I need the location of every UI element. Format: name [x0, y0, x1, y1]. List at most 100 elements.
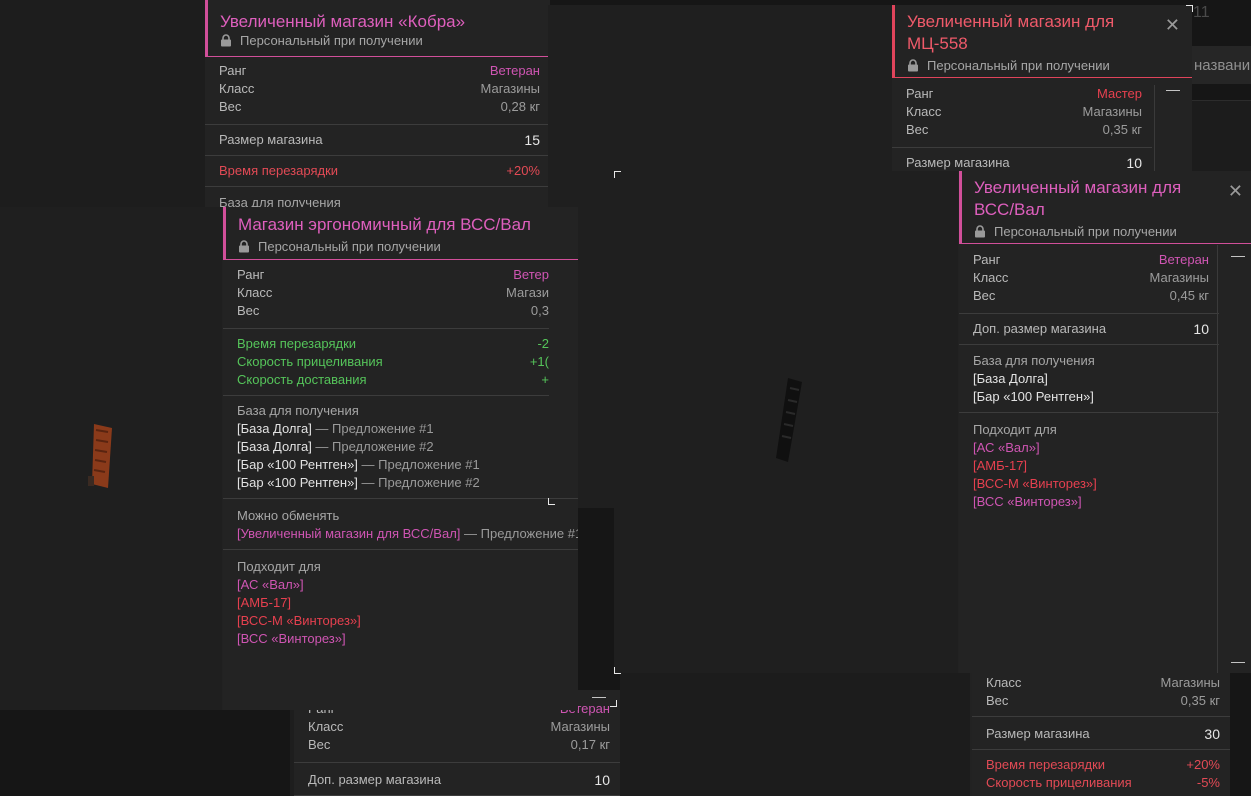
base-entry[interactable]: [Бар «100 Рентген»] — Предложение #2 — [223, 474, 549, 492]
base-name: [Бар «100 Рентген»] — [237, 457, 358, 472]
base-label: База для получения — [237, 403, 359, 418]
weight-value: 0,17 кг — [570, 737, 610, 752]
fits-label: Подходит для — [973, 422, 1057, 437]
base-name: [Бар «100 Рентген»] — [973, 389, 1094, 404]
reload-label: Время перезарядки — [219, 163, 339, 178]
class-label: Класс — [237, 285, 273, 300]
fits-item[interactable]: [ВСС «Винторез»] — [223, 630, 549, 648]
base-name: [База Долга] — [237, 439, 312, 454]
stat-label: Скорость доставания — [237, 372, 367, 387]
lock-icon — [975, 225, 985, 238]
item-info-panel: Класс Магазины Вес 0,35 кг Размер магазина… — [972, 672, 1230, 796]
divider — [205, 124, 550, 125]
item-window-vss-val[interactable]: Увеличенный магазин для ВСС/Вал Персональ… — [614, 171, 1251, 673]
class-label: Класс — [973, 270, 1009, 285]
divider — [294, 762, 620, 763]
item-title-line-2: МЦ-558 — [907, 34, 968, 53]
fits-weapon[interactable]: [ВСС «Винторез»] — [237, 631, 346, 646]
exchange-item[interactable]: [Увеличенный магазин для ВСС/Вал] — [237, 526, 460, 541]
base-name: [База Долга] — [973, 371, 1048, 386]
mag-size-value: 30 — [1204, 726, 1220, 742]
item-title-line-1: Увеличенный магазин для — [974, 178, 1182, 197]
fits-item[interactable]: [ВСС «Винторез»] — [959, 493, 1219, 511]
class-value: Магазины — [480, 81, 541, 96]
rank-value: Ветер — [513, 267, 549, 282]
reload-value: +20% — [1186, 757, 1220, 772]
minimize-icon[interactable]: — — [592, 688, 606, 704]
fits-weapon[interactable]: [ВСС «Винторез»] — [973, 494, 1082, 509]
divider — [223, 328, 549, 329]
lock-icon — [221, 34, 231, 47]
minimize-icon[interactable]: — — [1231, 653, 1245, 669]
divider — [959, 313, 1219, 314]
fits-item[interactable]: [АМБ-17] — [959, 457, 1219, 475]
item-window-kobra[interactable]: Увеличенный магазин «Кобра» Персональный… — [0, 0, 550, 210]
weight-label: Вес — [986, 693, 1009, 708]
personal-text: Персональный при получении — [927, 58, 1110, 73]
exchange-offer: — Предложение #1 — [460, 526, 578, 541]
resize-handle[interactable] — [548, 498, 555, 505]
weight-label: Вес — [237, 303, 260, 318]
fits-item[interactable]: [ВСС-М «Винторез»] — [223, 612, 549, 630]
item-title: Увеличенный магазин для МЦ-558 — [895, 5, 1192, 55]
divider — [959, 344, 1219, 345]
fits-weapon[interactable]: [АМБ-17] — [973, 458, 1027, 473]
bg-search-field[interactable]: названи — [1192, 46, 1251, 84]
item-title: Увеличенный магазин «Кобра» — [220, 12, 466, 31]
base-entry[interactable]: [Бар «100 Рентген»] — Предложение #1 — [223, 456, 549, 474]
weight-label: Вес — [973, 288, 996, 303]
rank-label: Ранг — [237, 267, 265, 282]
stat-value: + — [541, 372, 549, 387]
base-name: [База Долга] — [237, 421, 312, 436]
base-offer: — Предложение #1 — [357, 457, 480, 472]
fits-weapon[interactable]: [АМБ-17] — [237, 595, 291, 610]
class-label: Класс — [219, 81, 255, 96]
stat-value: -2 — [537, 336, 549, 351]
weight-value: 0,3 — [530, 303, 549, 318]
item-image-area — [0, 0, 205, 210]
close-icon[interactable]: ✕ — [1228, 181, 1243, 202]
scrollbar-track[interactable] — [1217, 245, 1218, 673]
resize-handle[interactable] — [610, 700, 617, 707]
base-entry[interactable]: [База Долга] — Предложение #1 — [223, 420, 549, 438]
resize-handle[interactable] — [614, 667, 621, 674]
reload-label: Время перезарядки — [986, 757, 1106, 772]
resize-handle[interactable] — [614, 171, 621, 178]
personal-text: Персональный при получении — [258, 239, 441, 254]
personal-text: Персональный при получении — [994, 224, 1177, 239]
stat-value: +1( — [529, 354, 549, 369]
base-entry[interactable]: [База Долга] — Предложение #2 — [223, 438, 549, 456]
resize-handle[interactable] — [1186, 5, 1193, 12]
exchange-entry[interactable]: [Увеличенный магазин для ВСС/Вал] — Пред… — [223, 525, 578, 543]
close-icon[interactable]: ✕ — [1165, 15, 1180, 36]
mag-size-value: 15 — [524, 132, 540, 148]
minimize-icon[interactable]: — — [1231, 247, 1245, 263]
fits-weapon[interactable]: [ВСС-М «Винторез»] — [237, 613, 361, 628]
mag-size-label: Размер магазина — [906, 155, 1010, 170]
item-title-line-1: Увеличенный магазин для — [907, 12, 1115, 31]
base-entry[interactable]: [Бар «100 Рентген»] — [959, 388, 1219, 406]
base-label: База для получения — [973, 353, 1095, 368]
base-entry[interactable]: [База Долга] — [959, 370, 1219, 388]
personal-note: Персональный при получении — [962, 221, 1251, 245]
fits-weapon[interactable]: [АС «Вал»] — [973, 440, 1040, 455]
item-window-bottom-right[interactable]: Класс Магазины Вес 0,35 кг Размер магазина… — [620, 672, 1230, 796]
class-value: Магазины — [1160, 675, 1221, 690]
item-window-ergonomic[interactable]: Магазин эргономичный для ВСС/Вал Персона… — [0, 207, 578, 710]
mag-size-value: 10 — [1126, 155, 1142, 171]
fits-item[interactable]: [АС «Вал»] — [959, 439, 1219, 457]
minimize-icon[interactable]: — — [1166, 81, 1180, 97]
fits-item[interactable]: [АМБ-17] — [223, 594, 549, 612]
fits-weapon[interactable]: [ВСС-М «Винторез»] — [973, 476, 1097, 491]
divider — [972, 716, 1230, 717]
weight-label: Вес — [219, 99, 242, 114]
rank-value: Мастер — [1097, 86, 1142, 101]
divider — [223, 549, 578, 550]
fits-weapon[interactable]: [АС «Вал»] — [237, 577, 304, 592]
reload-value: +20% — [506, 163, 540, 178]
rank-label: Ранг — [219, 63, 247, 78]
fits-item[interactable]: [ВСС-М «Винторез»] — [959, 475, 1219, 493]
fits-item[interactable]: [АС «Вал»] — [223, 576, 549, 594]
base-name: [Бар «100 Рентген»] — [237, 475, 358, 490]
class-value: Магази — [506, 285, 549, 300]
